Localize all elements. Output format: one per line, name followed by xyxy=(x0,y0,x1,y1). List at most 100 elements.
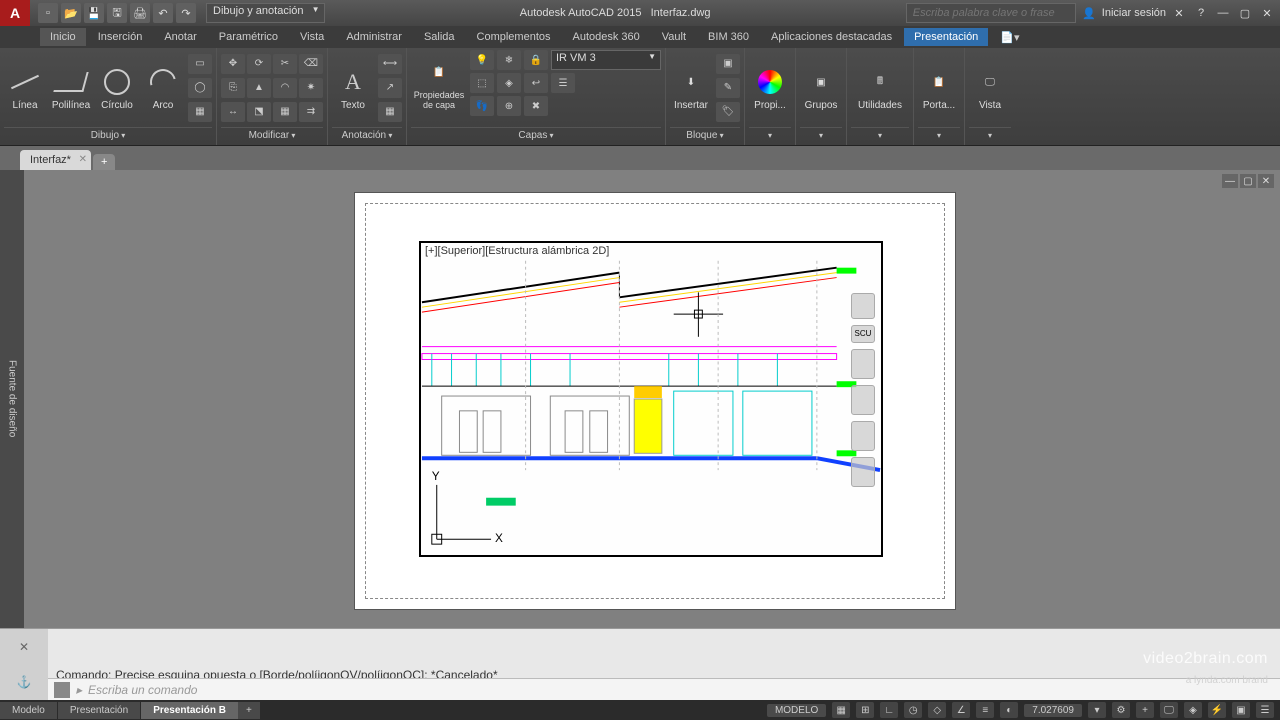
polar-icon[interactable]: ◷ xyxy=(904,702,922,718)
layout-tab-presentación[interactable]: Presentación xyxy=(58,702,140,719)
undo-icon[interactable]: ↶ xyxy=(153,3,173,23)
panel-groups-expand[interactable] xyxy=(800,127,842,143)
drawing-area[interactable]: — ▢ ✕ [+][Superior][Estructura alámbrica… xyxy=(24,170,1280,628)
scale-indicator[interactable]: 7.027609 xyxy=(1024,704,1082,717)
erase-button[interactable]: ⌫ xyxy=(299,54,323,74)
new-icon[interactable]: ▫ xyxy=(38,3,58,23)
groups-button[interactable]: ▣Grupos xyxy=(800,66,842,111)
open-icon[interactable]: 📂 xyxy=(61,3,81,23)
leader-button[interactable]: ↗ xyxy=(378,78,402,98)
layer-match-button[interactable]: ⬚ xyxy=(470,73,494,93)
tab-aplicaciones-destacadas[interactable]: Aplicaciones destacadas xyxy=(761,28,902,46)
panel-props-expand[interactable] xyxy=(749,127,791,143)
osnap-icon[interactable]: ◇ xyxy=(928,702,946,718)
signin-label[interactable]: Iniciar sesión xyxy=(1102,7,1166,19)
panel-util-expand[interactable] xyxy=(851,127,909,143)
gear-icon[interactable]: ⚙ xyxy=(1112,702,1130,718)
save-icon[interactable]: 💾 xyxy=(84,3,104,23)
customize-icon[interactable]: ☰ xyxy=(1256,702,1274,718)
layer-walk-button[interactable]: 👣 xyxy=(470,96,494,116)
tab-administrar[interactable]: Administrar xyxy=(336,28,412,46)
arc-button[interactable]: Arco xyxy=(142,66,184,111)
panel-view-expand[interactable] xyxy=(969,127,1011,143)
vp-close-icon[interactable]: ✕ xyxy=(1258,174,1274,188)
tab-vault[interactable]: Vault xyxy=(652,28,696,46)
hardware-icon[interactable]: ⚡ xyxy=(1208,702,1226,718)
viewport[interactable]: [+][Superior][Estructura alámbrica 2D] xyxy=(419,241,883,557)
maximize-icon[interactable]: ▢ xyxy=(1236,4,1254,22)
signin-icon[interactable]: 👤 xyxy=(1080,4,1098,22)
tab-extra[interactable]: 📄▾ xyxy=(990,28,1029,47)
layer-state-button[interactable]: ☰ xyxy=(551,73,575,93)
copy-button[interactable]: ⎘ xyxy=(221,78,245,98)
lineweight-icon[interactable]: ≡ xyxy=(976,702,994,718)
close-icon[interactable]: ✕ xyxy=(1258,4,1276,22)
pan-icon[interactable] xyxy=(851,385,875,415)
layer-iso-button[interactable]: ◈ xyxy=(497,73,521,93)
panel-clip-expand[interactable] xyxy=(918,127,960,143)
minimize-icon[interactable]: — xyxy=(1214,4,1232,22)
vp-maximize-icon[interactable]: ▢ xyxy=(1240,174,1256,188)
layer-del-button[interactable]: ✖ xyxy=(524,96,548,116)
app-logo[interactable]: A xyxy=(0,0,30,26)
layer-freeze-icon[interactable]: ❄ xyxy=(497,50,521,70)
clipboard-button[interactable]: 📋Porta... xyxy=(918,66,960,111)
tab-bim-360[interactable]: BIM 360 xyxy=(698,28,759,46)
plus-icon[interactable]: + xyxy=(1136,702,1154,718)
move-button[interactable]: ✥ xyxy=(221,54,245,74)
layer-prev-button[interactable]: ↩ xyxy=(524,73,548,93)
tab-autodesk-360[interactable]: Autodesk 360 xyxy=(563,28,650,46)
tab-complementos[interactable]: Complementos xyxy=(467,28,561,46)
polyline-button[interactable]: Polilínea xyxy=(50,66,92,111)
cmd-close-icon[interactable]: ✕ xyxy=(19,640,29,654)
grid-icon[interactable]: ▦ xyxy=(832,702,850,718)
table-button[interactable]: ▦ xyxy=(378,102,402,122)
fillet-button[interactable]: ◠ xyxy=(273,78,297,98)
view-button[interactable]: 🖵Vista xyxy=(969,66,1011,111)
layer-off-icon[interactable]: 💡 xyxy=(470,50,494,70)
dim-button[interactable]: ⟷ xyxy=(378,54,402,74)
redo-icon[interactable]: ↷ xyxy=(176,3,196,23)
stretch-button[interactable]: ↔ xyxy=(221,102,245,122)
mode-indicator[interactable]: MODELO xyxy=(767,704,826,717)
tab-inicio[interactable]: Inicio xyxy=(40,28,86,46)
array-button[interactable]: ▦ xyxy=(273,102,297,122)
exchange-icon[interactable]: ✕ xyxy=(1170,4,1188,22)
print-icon[interactable]: 🖨 xyxy=(130,3,150,23)
tab-paramétrico[interactable]: Paramétrico xyxy=(209,28,288,46)
rect-button[interactable]: ▭ xyxy=(188,54,212,74)
trim-button[interactable]: ✂ xyxy=(273,54,297,74)
isolate-icon[interactable]: ◈ xyxy=(1184,702,1202,718)
layout-tab-modelo[interactable]: Modelo xyxy=(0,702,57,719)
insert-button[interactable]: ⬇Insertar xyxy=(670,66,712,111)
utilities-button[interactable]: 🖩Utilidades xyxy=(851,66,909,111)
workspace-selector[interactable]: Dibujo y anotación xyxy=(206,3,325,23)
panel-block-title[interactable]: Bloque xyxy=(670,127,740,143)
mirror-button[interactable]: ▲ xyxy=(247,78,271,98)
ellipse-button[interactable]: ◯ xyxy=(188,78,212,98)
create-block-button[interactable]: ▣ xyxy=(716,54,740,74)
vp-minimize-icon[interactable]: — xyxy=(1222,174,1238,188)
viewport-label[interactable]: [+][Superior][Estructura alámbrica 2D] xyxy=(425,245,609,257)
tab-salida[interactable]: Salida xyxy=(414,28,465,46)
offset-button[interactable]: ⇉ xyxy=(299,102,323,122)
tab-inserción[interactable]: Inserción xyxy=(88,28,153,46)
hatch-button[interactable]: ▦ xyxy=(188,102,212,122)
monitor-icon[interactable]: 🖵 xyxy=(1160,702,1178,718)
ortho-icon[interactable]: ∟ xyxy=(880,702,898,718)
tab-vista[interactable]: Vista xyxy=(290,28,334,46)
orbit-icon[interactable] xyxy=(851,457,875,487)
annoscale-icon[interactable]: ▾ xyxy=(1088,702,1106,718)
scale-button[interactable]: ⬔ xyxy=(247,102,271,122)
layer-selector[interactable]: IR VM 3 xyxy=(551,50,661,70)
panel-draw-title[interactable]: Dibujo xyxy=(4,127,212,143)
properties-button[interactable]: Propi... xyxy=(749,66,791,111)
cmd-handle-icon[interactable]: ⚓ xyxy=(17,675,32,689)
explode-button[interactable]: ✷ xyxy=(299,78,323,98)
snap-icon[interactable]: ⊞ xyxy=(856,702,874,718)
otrack-icon[interactable]: ∠ xyxy=(952,702,970,718)
add-layout-button[interactable]: + xyxy=(238,702,260,719)
panel-layers-title[interactable]: Capas xyxy=(411,127,661,143)
ucs-icon[interactable]: SCU xyxy=(851,325,875,343)
steering-wheel-icon[interactable] xyxy=(851,349,875,379)
